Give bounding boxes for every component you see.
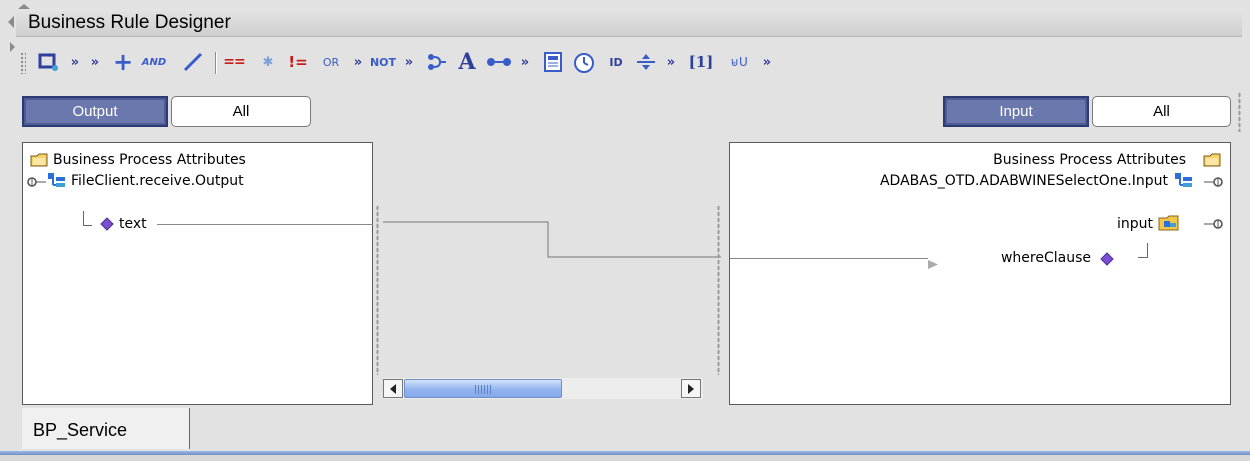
concat-icon[interactable]: ⊌U	[724, 50, 754, 74]
output-root-label: Business Process Attributes	[53, 152, 246, 168]
branch-icon[interactable]	[426, 50, 448, 74]
right-panel-splitter[interactable]	[717, 205, 720, 375]
tree-branch-line	[1138, 243, 1148, 258]
input-leaf-label[interactable]: whereClause	[1001, 250, 1091, 266]
divide-icon[interactable]	[178, 50, 208, 74]
scroll-right-button[interactable]	[681, 379, 701, 398]
output-node-label[interactable]: FileClient.receive.Output	[71, 173, 244, 189]
input-leaf-link-stub	[730, 258, 928, 259]
more-chevron-4[interactable]: »	[402, 50, 416, 74]
more-chevron-5[interactable]: »	[518, 50, 532, 74]
link-rule-icon[interactable]	[36, 50, 62, 74]
input-child-label[interactable]: input	[1117, 216, 1153, 232]
more-chevron-2[interactable]: »	[88, 50, 102, 74]
tab-bp-service-label: BP_Service	[33, 420, 128, 440]
asterisk-icon[interactable]: ✱	[260, 50, 276, 74]
diamond-icon	[1100, 251, 1114, 270]
status-strip	[0, 455, 1250, 461]
scroll-thumb-grip	[475, 385, 493, 394]
input-tree-panel: Business Process Attributes ADABAS_OTD.A…	[729, 142, 1231, 405]
mapping-canvas[interactable]	[383, 142, 721, 378]
all-input-filter-button[interactable]: All	[1092, 96, 1231, 127]
equals-operator[interactable]: ==	[221, 50, 247, 74]
operator-toolbar: » » + AND == ✱ != OR » NOT » A » ID » [1…	[16, 40, 1242, 84]
not-operator[interactable]: NOT	[368, 50, 398, 74]
input-node-label[interactable]: ADABAS_OTD.ADABWINESelectOne.Input	[880, 173, 1168, 189]
or-operator[interactable]: OR	[318, 50, 344, 74]
not-equals-operator[interactable]: !=	[286, 50, 310, 74]
string-icon[interactable]: A	[456, 49, 478, 75]
mapping-link[interactable]	[383, 142, 721, 378]
scroll-left-button[interactable]	[383, 379, 403, 398]
output-filter-button[interactable]: Output	[22, 96, 168, 127]
link-arrow-icon	[928, 254, 938, 273]
document-icon[interactable]	[542, 50, 564, 74]
designer-title-bar: Business Rule Designer	[16, 9, 1242, 37]
input-child-connector-icon[interactable]	[1202, 216, 1224, 236]
connect-icon[interactable]	[486, 50, 512, 74]
designer-title: Business Rule Designer	[28, 12, 231, 33]
input-node-connector-icon[interactable]	[1202, 174, 1224, 194]
canvas-horizontal-scrollbar[interactable]	[383, 378, 703, 399]
tree-branch-line	[83, 211, 92, 226]
more-chevron-7[interactable]: »	[760, 50, 774, 74]
and-operator[interactable]: AND	[138, 50, 170, 74]
array-index[interactable]: [1]	[684, 50, 718, 74]
expand-right-notch[interactable]	[10, 42, 15, 52]
left-panel-splitter[interactable]	[376, 205, 379, 375]
input-object-icon	[1157, 212, 1181, 238]
output-leaf-link-stub	[157, 224, 373, 225]
scroll-thumb[interactable]	[404, 379, 562, 398]
more-chevron-6[interactable]: »	[664, 50, 678, 74]
input-filter-button[interactable]: Input	[943, 96, 1089, 127]
plus-icon[interactable]: +	[112, 48, 134, 76]
split-icon[interactable]	[634, 50, 658, 74]
more-chevron-1[interactable]: »	[68, 50, 82, 74]
toolbar-separator	[215, 52, 217, 74]
output-tree-panel: Business Process Attributes FileClient.r…	[22, 142, 373, 405]
all-output-filter-button[interactable]: All	[171, 96, 311, 127]
input-root-label: Business Process Attributes	[993, 152, 1186, 168]
more-chevron-3[interactable]: »	[351, 50, 365, 74]
clock-icon[interactable]	[572, 50, 596, 74]
output-node-connector-icon[interactable]	[26, 174, 48, 194]
object-type-icon	[47, 171, 67, 195]
folder-icon	[1202, 149, 1222, 173]
collapse-left-notch[interactable]	[8, 16, 14, 28]
toolbar-grip[interactable]	[20, 52, 26, 74]
folder-icon	[29, 149, 49, 173]
id-icon[interactable]: ID	[602, 50, 630, 74]
tab-bp-service[interactable]: BP_Service	[22, 408, 190, 449]
panel-resize-grip[interactable]	[1238, 92, 1241, 132]
output-leaf-label[interactable]: text	[119, 216, 147, 232]
object-type-icon	[1174, 171, 1194, 195]
collapse-up-notch[interactable]	[18, 4, 30, 9]
diamond-icon	[100, 216, 114, 235]
